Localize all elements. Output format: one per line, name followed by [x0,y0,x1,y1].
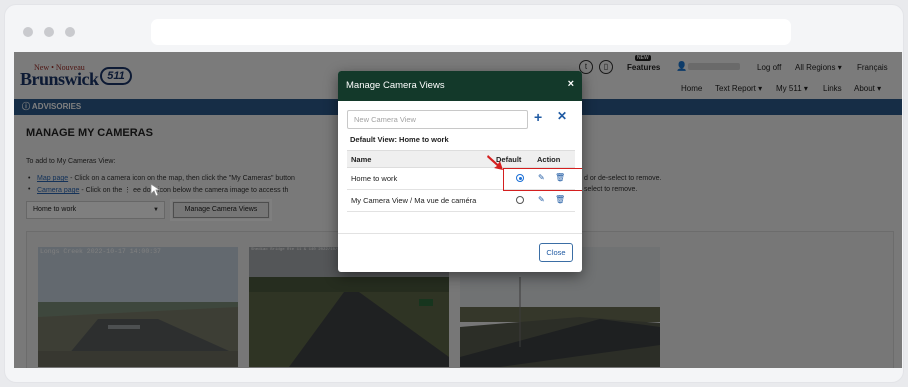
window-controls [23,27,75,37]
browser-window: New • Nouveau Brunswick 511 t ▯ NEW Feat… [4,4,904,383]
manage-camera-views-modal: Manage Camera Views × + ✕ Default View: … [338,71,582,272]
default-view-label: Default View: Home to work [350,135,449,144]
table-header: Name Default Action [347,150,575,168]
default-radio[interactable] [516,196,524,204]
arrow-icon [487,155,503,170]
address-bar[interactable] [151,19,791,45]
add-icon[interactable]: + [534,109,542,125]
web-page: New • Nouveau Brunswick 511 t ▯ NEW Feat… [14,52,902,368]
close-button[interactable]: Close [539,243,573,262]
clear-icon[interactable]: ✕ [557,109,567,123]
column-action: Action [537,155,561,164]
column-name: Name [351,155,372,164]
close-icon[interactable]: × [568,78,574,90]
mouse-cursor-icon [150,183,162,197]
edit-icon[interactable]: ✎ [538,195,545,204]
window-dot[interactable] [44,27,54,37]
window-dot[interactable] [65,27,75,37]
modal-title: Manage Camera Views [346,80,445,91]
highlight-box [503,168,582,191]
modal-footer-divider [338,233,582,234]
table-row: My Camera View / Ma vue de caméra ✎ 🗑 [347,190,575,212]
window-dot[interactable] [23,27,33,37]
view-name: Home to work [351,174,398,183]
new-camera-view-input[interactable] [347,110,528,129]
trash-icon[interactable]: 🗑 [555,195,565,204]
view-name: My Camera View / Ma vue de caméra [351,196,477,205]
modal-header: Manage Camera Views × [338,71,582,101]
